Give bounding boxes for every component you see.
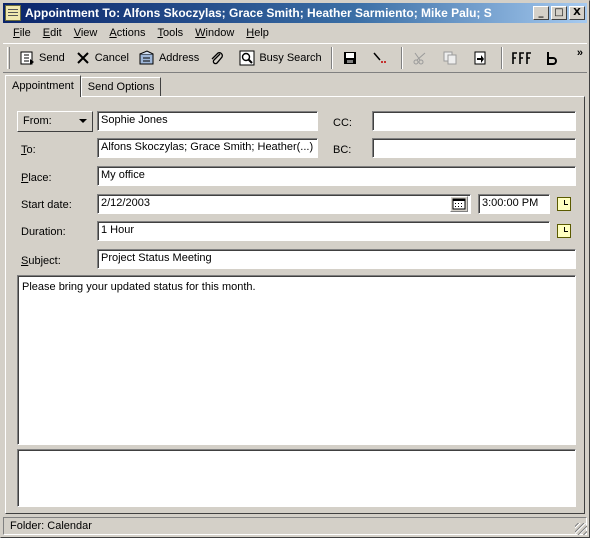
dropdown-arrow-icon (79, 119, 87, 123)
bold-button[interactable] (541, 46, 567, 70)
save-button[interactable] (337, 46, 367, 70)
calendar-picker-button[interactable] (450, 196, 468, 212)
bold-icon (546, 50, 558, 66)
duration-field[interactable]: 1 Hour (97, 221, 550, 241)
attachment-area[interactable] (17, 449, 576, 507)
menu-actions[interactable]: Actions (103, 27, 151, 39)
subject-label: Subject: (21, 255, 61, 267)
attach-button[interactable] (204, 46, 234, 70)
menu-window[interactable]: Window (189, 27, 240, 39)
start-date-label: Start date: (21, 199, 72, 211)
maximize-button[interactable]: □ (551, 6, 567, 20)
menu-bar: File Edit View Actions Tools Window Help (3, 24, 587, 42)
copy-icon (442, 50, 458, 66)
send-label: Send (39, 52, 65, 64)
from-field[interactable]: Sophie Jones (97, 111, 318, 131)
send-button[interactable]: Send (14, 46, 70, 70)
floppy-disk-icon (342, 50, 358, 66)
paperclip-icon (209, 50, 225, 66)
tab-strip: Appointment Send Options (5, 75, 162, 97)
font-format-icon (511, 50, 532, 66)
toolbar-separator (330, 47, 333, 69)
menu-view[interactable]: View (68, 27, 104, 39)
message-body[interactable]: Please bring your updated status for thi… (17, 275, 576, 445)
start-date-field[interactable]: 2/12/2003 (97, 194, 471, 214)
menu-tools[interactable]: Tools (151, 27, 189, 39)
clock-icon[interactable] (557, 224, 571, 238)
close-button[interactable]: X (569, 6, 585, 20)
menu-edit[interactable]: Edit (37, 27, 68, 39)
to-label: To: (21, 144, 36, 156)
title-bar[interactable]: Appointment To: Alfons Skoczylas; Grace … (3, 3, 587, 23)
toolbar: Send Cancel Address Busy Search (3, 43, 587, 73)
toolbar-overflow-chevron[interactable]: » (577, 47, 583, 59)
place-field[interactable]: My office (97, 166, 576, 186)
cancel-button[interactable]: Cancel (70, 46, 134, 70)
paste-button[interactable] (467, 46, 497, 70)
toolbar-grip[interactable] (7, 47, 10, 69)
bc-field[interactable] (372, 138, 576, 158)
tab-send-options[interactable]: Send Options (80, 77, 162, 97)
cancel-icon (75, 50, 91, 66)
duration-label: Duration: (21, 226, 66, 238)
spell-check-icon (372, 50, 388, 66)
message-text: Please bring your updated status for thi… (22, 281, 256, 293)
menu-help[interactable]: Help (240, 27, 275, 39)
format-font-button[interactable] (507, 46, 541, 70)
start-date-value: 2/12/2003 (101, 197, 150, 209)
from-button[interactable]: From: (17, 111, 93, 132)
copy-button[interactable] (437, 46, 467, 70)
place-label: Place: (21, 172, 52, 184)
toolbar-separator (400, 47, 403, 69)
cc-label: CC: (333, 117, 352, 129)
send-icon (19, 50, 35, 66)
spell-check-button[interactable] (367, 46, 397, 70)
cc-field[interactable] (372, 111, 576, 131)
from-button-label: From: (23, 115, 52, 127)
clock-icon[interactable] (557, 197, 571, 211)
menu-file[interactable]: File (7, 27, 37, 39)
appointment-icon (5, 5, 21, 21)
status-folder: Folder: Calendar (3, 517, 587, 535)
calendar-icon (452, 198, 466, 210)
bc-label: BC: (333, 144, 352, 156)
cancel-label: Cancel (94, 52, 129, 64)
busy-search-label: Busy Search (259, 52, 322, 64)
subject-field[interactable]: Project Status Meeting (97, 249, 576, 269)
resize-grip-icon[interactable] (575, 523, 587, 535)
to-field[interactable]: Alfons Skoczylas; Grace Smith; Heather(.… (97, 138, 318, 158)
appointment-window: Appointment To: Alfons Skoczylas; Grace … (0, 0, 590, 538)
busy-search-button[interactable]: Busy Search (234, 46, 326, 70)
scissors-icon (412, 50, 428, 66)
paste-icon (472, 50, 488, 66)
address-button[interactable]: Address (134, 46, 204, 70)
busy-search-icon (239, 50, 255, 66)
address-label: Address (158, 52, 200, 64)
status-bar: Folder: Calendar (3, 516, 587, 536)
address-book-icon (139, 50, 155, 66)
cut-button[interactable] (407, 46, 437, 70)
window-title: Appointment To: Alfons Skoczylas; Grace … (25, 6, 492, 20)
start-time-field[interactable]: 3:00:00 PM (478, 194, 550, 214)
tab-appointment[interactable]: Appointment (5, 75, 81, 97)
minimize-button[interactable]: _ (533, 6, 549, 20)
appointment-panel: From: Sophie Jones CC: To: Alfons Skoczy… (5, 96, 585, 514)
toolbar-separator (500, 47, 503, 69)
